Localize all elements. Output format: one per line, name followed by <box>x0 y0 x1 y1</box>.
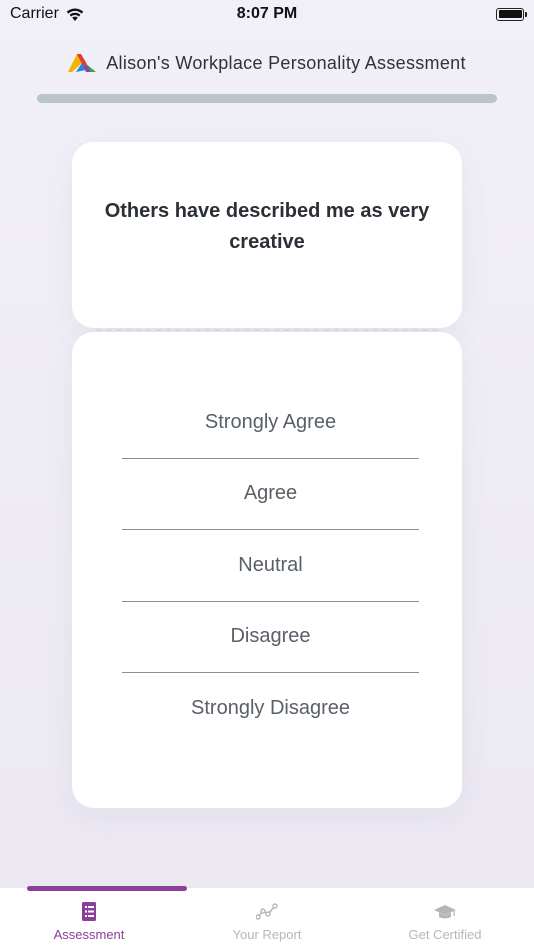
carrier-group: Carrier <box>10 5 85 23</box>
question-text: Others have described me as very creativ… <box>104 200 430 253</box>
tab-label: Your Report <box>232 927 302 942</box>
answer-disagree[interactable]: Disagree <box>122 602 419 673</box>
answer-neutral[interactable]: Neutral <box>122 530 419 602</box>
alison-logo-icon <box>68 54 97 72</box>
answer-strongly-disagree[interactable]: Strongly Disagree <box>122 673 419 745</box>
carrier-label: Carrier <box>10 5 59 22</box>
answer-agree[interactable]: Agree <box>122 459 419 530</box>
tab-your-report[interactable]: Your Report <box>178 888 356 950</box>
assessment-progress-bar <box>37 94 497 103</box>
answer-card: Strongly Agree Agree Neutral Disagree St… <box>72 332 462 808</box>
battery-icon <box>496 7 527 21</box>
status-bar: Carrier 8:07 PM <box>0 0 534 28</box>
answer-strongly-agree[interactable]: Strongly Agree <box>122 387 419 459</box>
tab-label: Get Certified <box>408 927 482 942</box>
wifi-icon <box>66 8 84 21</box>
tab-bar: Assessment Your Report Get Certified <box>0 887 534 950</box>
tab-get-certified[interactable]: Get Certified <box>356 888 534 950</box>
question-card: Others have described me as very creativ… <box>72 142 462 328</box>
line-chart-icon <box>256 903 278 920</box>
answer-options: Strongly Agree Agree Neutral Disagree St… <box>122 387 419 745</box>
active-tab-indicator <box>27 886 187 891</box>
app-header: Alison's Workplace Personality Assessmen… <box>0 48 534 78</box>
card-divider <box>96 329 438 331</box>
tab-assessment[interactable]: Assessment <box>0 888 178 950</box>
graduation-cap-icon <box>434 905 456 919</box>
page-title: Alison's Workplace Personality Assessmen… <box>106 52 466 73</box>
document-list-icon <box>82 902 96 921</box>
tab-label: Assessment <box>53 927 125 942</box>
